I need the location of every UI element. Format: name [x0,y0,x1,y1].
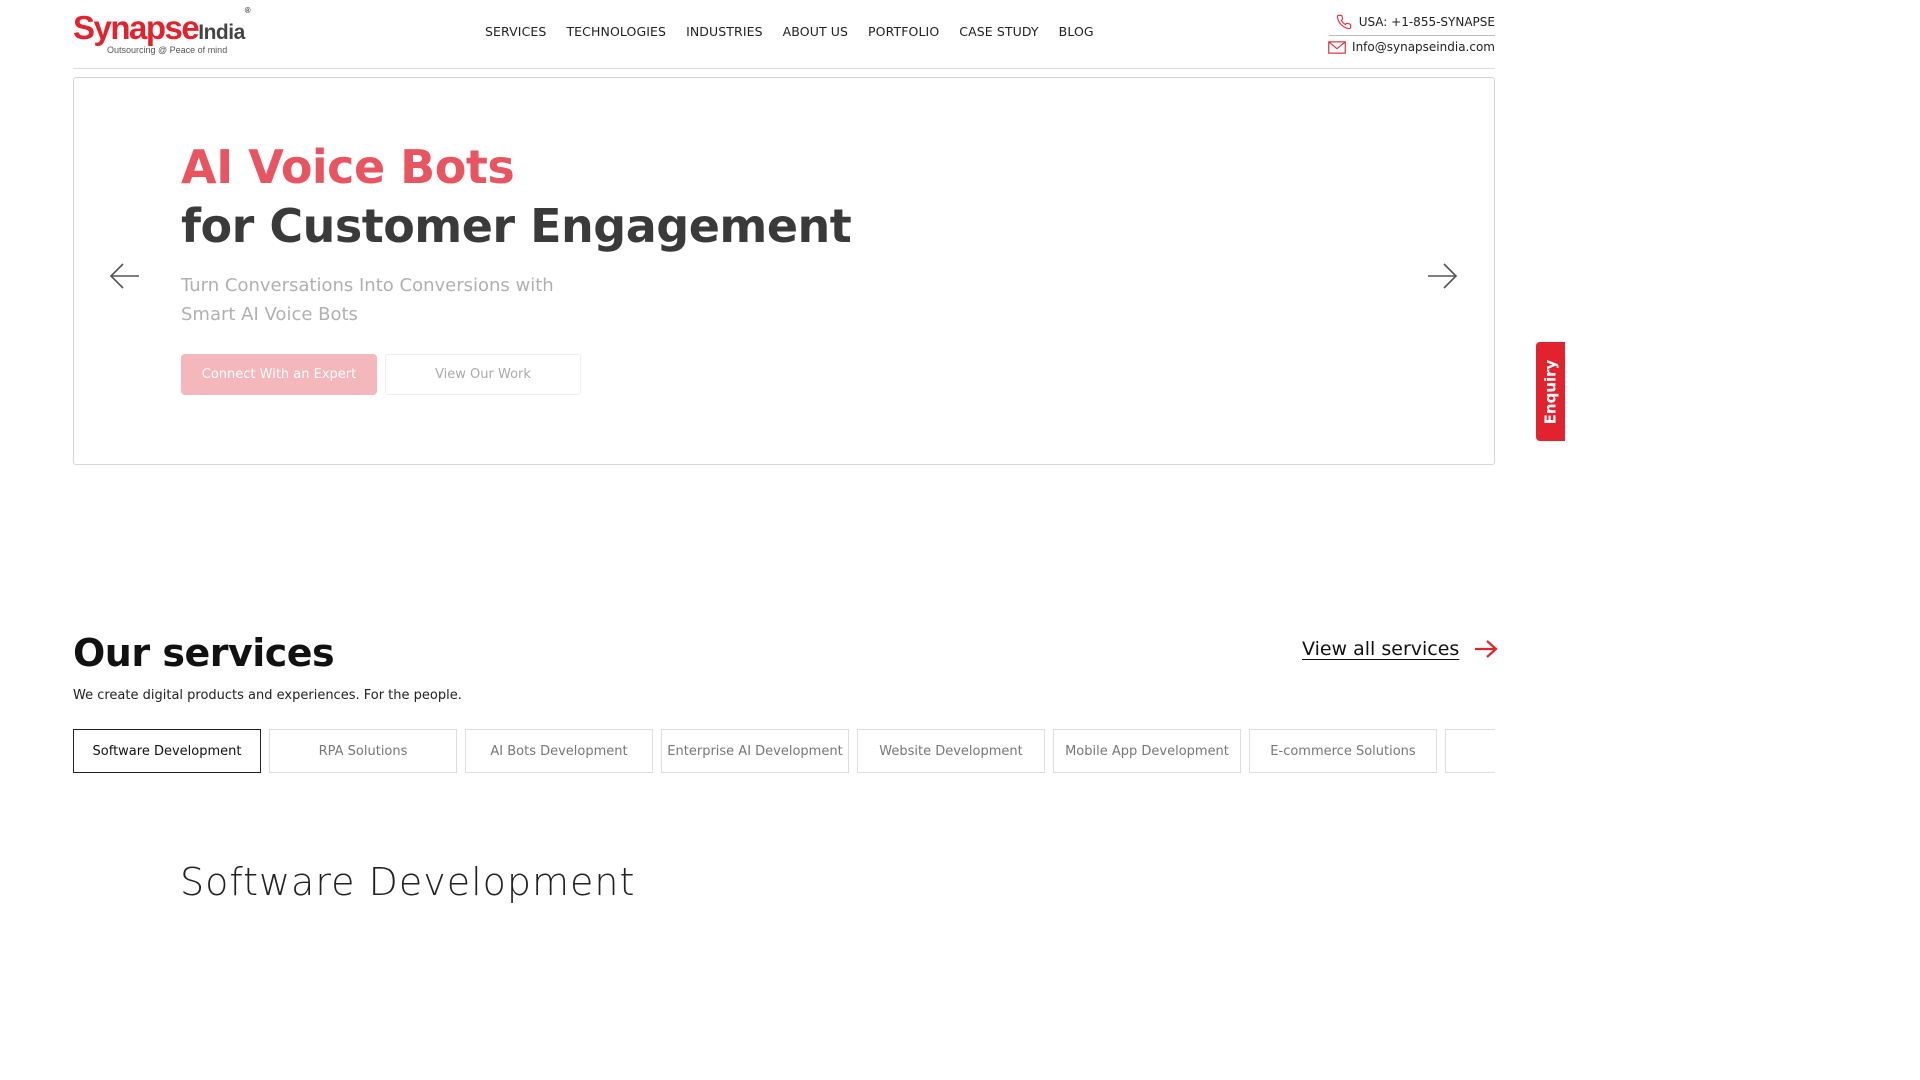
email-address: Info@synapseindia.com [1352,40,1495,54]
nav-technologies[interactable]: TECHNOLOGIES [566,24,666,42]
tab-website-development[interactable]: Website Development [857,729,1045,773]
arrow-left-icon [109,263,139,289]
service-detail-title: Software Development [180,860,636,904]
slider-next-button[interactable] [1424,258,1460,294]
nav-services[interactable]: SERVICES [485,24,546,42]
hero-slider: AI Voice Bots for Customer Engagement Tu… [73,77,1495,465]
tab-enterprise-ai-development[interactable]: Enterprise AI Development [661,729,849,773]
tab-ai-bots-development[interactable]: AI Bots Development [465,729,653,773]
enquiry-label: Enquiry [1541,359,1560,424]
hero-subtitle: Turn Conversations Into Conversions with… [181,275,554,325]
connect-expert-button[interactable]: Connect With an Expert [181,354,377,395]
nav-industries[interactable]: INDUSTRIES [686,24,763,42]
site-header: SynapseIndia® Outsourcing @ Peace of min… [73,0,1495,69]
hero-title: for Customer Engagement [181,199,852,253]
slider-prev-button[interactable] [107,258,143,294]
logo-wordmark: SynapseIndia® [73,6,251,46]
phone-icon [1335,14,1353,30]
hero-title-accent: AI Voice Bots [181,140,515,194]
synapseindia-logo[interactable]: SynapseIndia® Outsourcing @ Peace of min… [73,6,273,58]
enquiry-tab[interactable]: Enquiry [1536,342,1565,441]
services-heading: Our services [73,631,335,675]
arrow-right-icon [1475,640,1498,658]
tab-ecommerce-solutions[interactable]: E-commerce Solutions [1249,729,1437,773]
tab-rpa-solutions[interactable]: RPA Solutions [269,729,457,773]
view-all-services-link[interactable]: View all services [1302,638,1498,660]
services-description: We create digital products and experienc… [73,688,462,703]
nav-blog[interactable]: BLOG [1059,24,1094,42]
nav-portfolio[interactable]: PORTFOLIO [868,24,939,42]
phone-number: USA: +1-855-SYNAPSE [1358,15,1495,29]
nav-about-us[interactable]: ABOUT US [783,24,848,42]
view-work-button[interactable]: View Our Work [385,354,581,395]
contact-info: USA: +1-855-SYNAPSE Info@synapseindia.co… [1328,12,1495,58]
email-link[interactable]: Info@synapseindia.com [1328,36,1495,58]
main-nav: SERVICES TECHNOLOGIES INDUSTRIES ABOUT U… [485,24,1114,42]
view-all-services-label: View all services [1302,638,1460,660]
phone-link[interactable]: USA: +1-855-SYNAPSE [1329,12,1495,36]
mail-icon [1328,40,1346,54]
tab-software-development[interactable]: Software Development [73,729,261,773]
tab-partial[interactable]: C [1445,729,1495,773]
nav-case-study[interactable]: CASE STUDY [959,24,1038,42]
arrow-right-icon [1428,263,1458,289]
logo-tagline: Outsourcing @ Peace of mind [107,45,228,55]
tab-mobile-app-development[interactable]: Mobile App Development [1053,729,1241,773]
services-tabs: Software Development RPA Solutions AI Bo… [73,729,1495,775]
